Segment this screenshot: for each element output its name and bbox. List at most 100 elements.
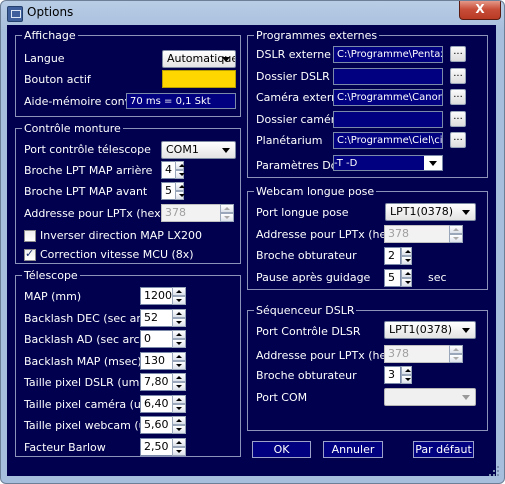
chevron-down-icon [462, 328, 470, 333]
annuler-button[interactable]: Annuler [323, 441, 383, 458]
spin-down-arrow-icon [220, 213, 234, 222]
spin-down-arrow-icon [449, 234, 463, 243]
spin-down-arrow-icon[interactable] [172, 296, 186, 305]
telescope-row-value[interactable]: 5,60 [140, 416, 173, 434]
pause-value[interactable]: 5 [384, 269, 401, 287]
bouton-actif-color-swatch[interactable] [162, 70, 236, 88]
programme-path-field[interactable] [333, 67, 443, 85]
pause-spinner[interactable]: 5 [384, 269, 412, 287]
browse-button[interactable]: ... [450, 89, 466, 105]
telescope-row-spinner[interactable]: 5,60 [140, 416, 186, 434]
langue-select[interactable]: Automatique [162, 50, 236, 68]
dcraw-value: -T -D [334, 158, 358, 169]
dcraw-field[interactable]: -T -D [333, 155, 443, 171]
correction-checkbox[interactable]: ✓ [24, 247, 36, 261]
spin-up-arrow-icon[interactable] [401, 269, 412, 278]
telescope-row-spinner[interactable]: 6,40 [140, 394, 186, 413]
spin-down-arrow-icon[interactable] [401, 375, 412, 384]
spin-up-arrow-icon[interactable] [401, 247, 412, 256]
sequenceur-broche-value[interactable]: 3 [384, 366, 401, 384]
telescope-row-value[interactable]: 130 [140, 351, 173, 370]
programme-path-field[interactable]: C:\Programme\Ciel\ciel.exe [333, 132, 443, 149]
spin-up-arrow-icon [449, 345, 463, 354]
spin-down-arrow-icon[interactable] [172, 382, 186, 391]
telescope-row-value[interactable]: 52 [140, 308, 173, 327]
options-window: Options X Affichage Langue Automatique B… [0, 0, 505, 484]
webcam-adresse-label: Addresse pour LPTx (hex) [256, 228, 397, 241]
telescope-row-spinner[interactable]: 130 [140, 351, 186, 370]
spin-up-arrow-icon[interactable] [175, 182, 185, 191]
spin-down-arrow-icon[interactable] [172, 446, 186, 456]
spin-up-arrow-icon[interactable] [401, 366, 412, 375]
telescope-row-value[interactable]: 7,80 [140, 373, 173, 391]
telescope-row-value[interactable]: 2,50 [140, 437, 173, 456]
spin-up-arrow-icon[interactable] [172, 394, 186, 404]
spin-up-arrow-icon[interactable] [175, 161, 185, 170]
browse-button[interactable]: ... [450, 132, 466, 148]
telescope-row-spinner[interactable]: 52 [140, 308, 186, 327]
adresse-lptx-value: 378 [161, 204, 221, 222]
sequenceur-broche-spinner[interactable]: 3 [384, 366, 412, 384]
spin-down-arrow-icon[interactable] [172, 360, 186, 370]
lpt-avant-spinner[interactable]: 5 [161, 182, 185, 200]
programme-row-label: Planétarium [256, 134, 323, 147]
resize-grip-icon[interactable] [489, 466, 499, 476]
spin-up-arrow-icon[interactable] [172, 287, 186, 296]
spin-up-arrow-icon[interactable] [172, 308, 186, 318]
browse-button[interactable]: ... [450, 67, 466, 84]
programme-path-field[interactable] [333, 110, 443, 128]
chevron-down-icon [222, 148, 230, 153]
telescope-row-label: Facteur Barlow [24, 440, 106, 454]
webcam-adresse-spinner: 378 [384, 225, 463, 243]
spin-down-arrow-icon[interactable] [175, 170, 185, 179]
browse-button[interactable]: ... [450, 110, 466, 127]
telescope-row-spinner[interactable]: 1200 [140, 287, 186, 305]
webcam-adresse-value: 378 [384, 225, 450, 243]
telescope-row-value[interactable]: 0 [140, 330, 173, 348]
dcraw-dropdown[interactable] [424, 156, 442, 170]
close-button[interactable]: X [459, 1, 501, 20]
telescope-row-spinner[interactable]: 0 [140, 330, 186, 348]
adresse-lptx-spinner: 378 [161, 204, 234, 222]
spin-up-arrow-icon[interactable] [172, 373, 186, 382]
spin-down-arrow-icon[interactable] [172, 317, 186, 327]
programme-path-field[interactable]: C:\Programme\Pentax\Dig [333, 46, 443, 63]
ok-button[interactable]: OK [252, 441, 311, 458]
programme-path-field[interactable]: C:\Programme\Canon\EOS [333, 89, 443, 106]
port-telescope-value: COM1 [166, 143, 199, 156]
spin-down-arrow-icon[interactable] [172, 403, 186, 413]
inverser-checkbox[interactable] [24, 230, 36, 242]
aide-memoire-field[interactable]: 70 ms = 0,1 Skt [126, 93, 236, 109]
telescope-row-label: MAP (mm) [24, 290, 82, 303]
spin-down-arrow-icon[interactable] [172, 425, 186, 434]
spin-down-arrow-icon[interactable] [175, 191, 185, 200]
spin-up-arrow-icon[interactable] [172, 330, 186, 339]
browse-button[interactable]: ... [450, 46, 466, 62]
telescope-row-value[interactable]: 1200 [140, 287, 173, 305]
controle-monture-legend: Contrôle monture [24, 122, 121, 135]
spin-down-arrow-icon[interactable] [172, 339, 186, 348]
inverser-label[interactable]: Inverser direction MAP LX200 [40, 229, 202, 242]
app-window-icon [7, 6, 23, 22]
port-controle-dlsr-label: Port Contrôle DLSR [256, 325, 361, 338]
port-telescope-select[interactable]: COM1 [161, 141, 236, 159]
spin-up-arrow-icon[interactable] [172, 437, 186, 447]
sequenceur-dslr-legend: Séquenceur DSLR [256, 304, 355, 317]
telescope-row-value[interactable]: 6,40 [140, 394, 173, 413]
title-bar[interactable]: Options X [1, 1, 504, 25]
lpt-arriere-spinner[interactable]: 4 [161, 161, 185, 179]
webcam-broche-value[interactable]: 2 [384, 247, 401, 265]
port-controle-dlsr-select[interactable]: LPT1(0378) [384, 321, 476, 339]
correction-label[interactable]: Correction vitesse MCU (8x) [40, 248, 194, 261]
port-longue-pose-select[interactable]: LPT1(0378) [385, 203, 476, 221]
spin-up-arrow-icon[interactable] [172, 416, 186, 425]
telescope-row-spinner[interactable]: 2,50 [140, 437, 186, 456]
sequenceur-adresse-spinner: 378 [384, 345, 463, 363]
spin-down-arrow-icon[interactable] [401, 256, 412, 265]
webcam-broche-spinner[interactable]: 2 [384, 247, 412, 265]
par-defaut-button[interactable]: Par défaut [413, 441, 474, 458]
telescope-row-spinner[interactable]: 7,80 [140, 373, 186, 391]
port-com-select [384, 388, 476, 406]
spin-up-arrow-icon[interactable] [172, 351, 186, 361]
spin-down-arrow-icon[interactable] [401, 278, 412, 287]
